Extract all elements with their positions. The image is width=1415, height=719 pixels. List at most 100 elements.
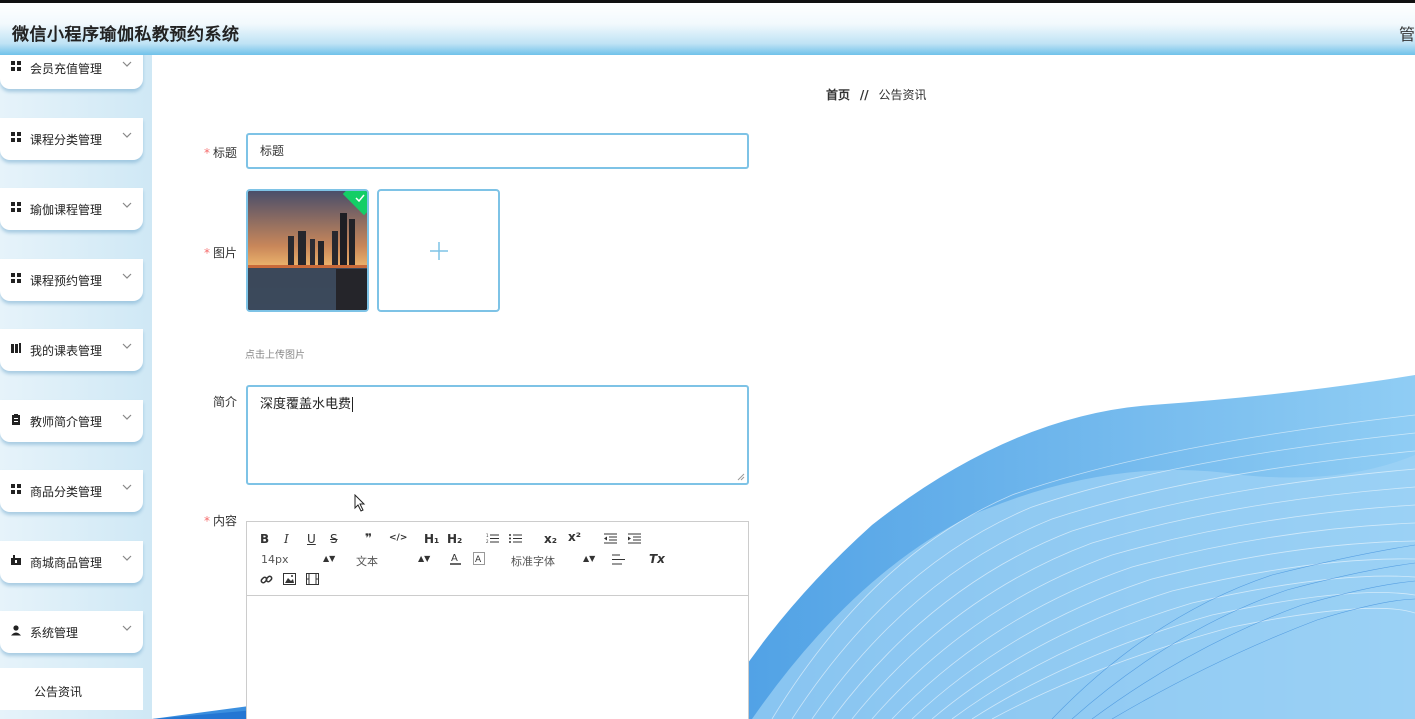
sidebar-item-product-category[interactable]: 商品分类管理 — [0, 470, 143, 512]
sidebar-item-yoga-course[interactable]: 瑜伽课程管理 — [0, 188, 143, 230]
subscript-button[interactable]: x₂ — [544, 532, 557, 546]
text-caret — [352, 397, 354, 412]
select-caret-icon: ▲▼ — [583, 554, 596, 563]
breadcrumb-home[interactable]: 首页 — [826, 88, 850, 102]
rich-text-editor: B I U S ❞ </> H₁ H₂ 12 x₂ x² 14px ▲▼ 文本 … — [246, 521, 749, 719]
clean-format-button[interactable]: Tx — [649, 552, 665, 566]
sidebar-subitem-announcements[interactable]: 公告资讯 — [0, 668, 143, 710]
chevron-down-icon — [122, 132, 132, 138]
header-select-value: 文本 — [356, 555, 378, 568]
uploaded-image-thumbnail[interactable] — [246, 189, 369, 312]
grid-icon — [11, 484, 21, 494]
ordered-list-icon[interactable]: 12 — [486, 533, 499, 544]
sidebar-item-course-booking[interactable]: 课程预约管理 — [0, 259, 143, 301]
sidebar-item-label: 商品分类管理 — [30, 485, 103, 499]
h1-button[interactable]: H₁ — [424, 532, 439, 546]
sidebar-item-course-category[interactable]: 课程分类管理 — [0, 118, 143, 160]
outdent-icon[interactable] — [604, 533, 617, 544]
sidebar-item-label: 商城商品管理 — [30, 556, 103, 570]
top-header: 微信小程序瑜伽私教预约系统 管 — [0, 0, 1415, 55]
svg-text:A: A — [451, 553, 458, 564]
intro-text: 深度覆盖水电费 — [260, 397, 352, 412]
video-icon[interactable] — [306, 573, 319, 585]
bold-button[interactable]: B — [260, 532, 269, 546]
editor-content-area[interactable] — [247, 597, 748, 719]
user-icon — [11, 625, 21, 636]
chevron-down-icon — [122, 414, 132, 420]
link-icon[interactable] — [260, 573, 273, 586]
sidebar-item-my-schedule[interactable]: 我的课表管理 — [0, 329, 143, 371]
title-input[interactable]: 标题 — [246, 133, 749, 169]
mouse-cursor-icon — [354, 494, 366, 512]
content-label: * 内容 — [203, 514, 237, 528]
sidebar-item-label: 课程预约管理 — [30, 274, 103, 288]
svg-text:A: A — [475, 555, 482, 565]
font-size-value: 14px — [261, 553, 289, 566]
image-icon[interactable] — [283, 573, 296, 585]
select-caret-icon: ▲▼ — [323, 554, 336, 563]
sidebar-subitem-label: 公告资讯 — [34, 685, 83, 699]
code-block-button[interactable]: </> — [389, 533, 407, 543]
chevron-down-icon — [122, 484, 132, 490]
chevron-down-icon — [122, 555, 132, 561]
chevron-down-icon — [122, 273, 132, 279]
select-caret-icon: ▲▼ — [418, 554, 431, 563]
breadcrumb-separator: // — [859, 88, 869, 102]
breadcrumb: 首页 // 公告资讯 — [826, 86, 926, 103]
chevron-down-icon — [122, 343, 132, 349]
strike-button[interactable]: S — [330, 532, 338, 546]
grid-icon — [11, 61, 21, 71]
breadcrumb-current: 公告资讯 — [878, 88, 927, 102]
sidebar-item-teacher-intro[interactable]: 教师简介管理 — [0, 400, 143, 442]
sidebar-item-member-recharge[interactable]: 会员充值管理 — [0, 55, 143, 89]
main-content: 首页 // 公告资讯 * 标题 标题 * 图片 点击上传图片 简介 深度覆盖水电… — [152, 55, 1415, 719]
underline-button[interactable]: U — [307, 532, 316, 546]
chevron-down-icon — [122, 61, 132, 67]
resize-handle-icon[interactable] — [737, 473, 745, 481]
editor-toolbar: B I U S ❞ </> H₁ H₂ 12 x₂ x² 14px ▲▼ 文本 … — [247, 522, 748, 596]
italic-button[interactable]: I — [284, 532, 289, 546]
check-icon — [355, 194, 365, 203]
sidebar-item-label: 教师简介管理 — [30, 415, 103, 429]
text-color-icon[interactable]: A — [450, 552, 461, 565]
required-mark: * — [203, 514, 210, 528]
plus-icon — [430, 242, 448, 260]
intro-textarea[interactable]: 深度覆盖水电费 — [246, 385, 749, 485]
sidebar: 会员充值管理 课程分类管理 瑜伽课程管理 课程预约管理 我的课表管理 教师简介管… — [0, 55, 152, 719]
bullet-list-icon[interactable] — [509, 533, 522, 544]
indent-icon[interactable] — [628, 533, 641, 544]
required-mark: * — [203, 146, 210, 160]
background-color-icon[interactable]: A — [473, 552, 485, 565]
align-icon[interactable] — [612, 554, 625, 565]
chevron-down-icon — [122, 625, 132, 631]
blockquote-button[interactable]: ❞ — [365, 531, 372, 545]
shop-icon — [11, 555, 21, 565]
grid-icon — [11, 273, 21, 283]
image-label: * 图片 — [203, 246, 237, 260]
chevron-down-icon — [122, 202, 132, 208]
font-family-select[interactable]: 标准字体 ▲▼ — [511, 553, 595, 568]
sidebar-item-label: 系统管理 — [30, 626, 79, 640]
header-select[interactable]: 文本 ▲▼ — [356, 553, 430, 568]
clipboard-icon — [12, 414, 20, 425]
h2-button[interactable]: H₂ — [447, 532, 462, 546]
book-icon — [11, 343, 21, 353]
sidebar-item-shop-products[interactable]: 商城商品管理 — [0, 541, 143, 583]
svg-text:2: 2 — [486, 539, 489, 544]
sidebar-item-system[interactable]: 系统管理 — [0, 611, 143, 653]
sidebar-item-label: 瑜伽课程管理 — [30, 203, 103, 217]
sidebar-item-label: 课程分类管理 — [30, 133, 103, 147]
superscript-button[interactable]: x² — [568, 530, 581, 544]
sidebar-item-label: 会员充值管理 — [30, 62, 103, 76]
sidebar-item-label: 我的课表管理 — [30, 344, 103, 358]
svg-text:1: 1 — [486, 533, 489, 538]
upload-tip: 点击上传图片 — [245, 350, 305, 361]
image-upload-button[interactable] — [377, 189, 500, 312]
font-family-value: 标准字体 — [511, 555, 555, 568]
intro-label: 简介 — [212, 395, 237, 409]
grid-icon — [11, 202, 21, 212]
required-mark: * — [203, 246, 210, 260]
admin-menu-label[interactable]: 管 — [1399, 21, 1415, 45]
city-photo — [248, 191, 367, 310]
font-size-select[interactable]: 14px ▲▼ — [261, 553, 335, 567]
